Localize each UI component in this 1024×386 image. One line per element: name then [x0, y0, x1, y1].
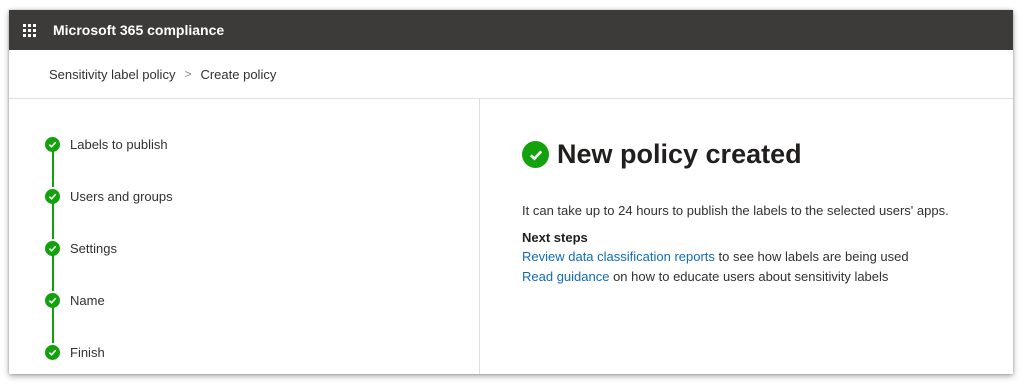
next-step-text: to see how labels are being used	[714, 249, 909, 264]
wizard-steps: Labels to publish Users and groups Setti…	[9, 99, 480, 374]
checkmark-circle-icon	[45, 188, 60, 204]
info-text: It can take up to 24 hours to publish th…	[522, 203, 949, 218]
step-label: Finish	[70, 344, 105, 360]
breadcrumb: Sensitivity label policy > Create policy	[9, 50, 1013, 99]
app-window: Microsoft 365 compliance Sensitivity lab…	[9, 10, 1013, 374]
app-launcher-icon	[22, 23, 36, 37]
next-step-item: Read guidance on how to educate users ab…	[522, 269, 888, 284]
content-area: Labels to publish Users and groups Setti…	[9, 99, 1013, 374]
step-users-and-groups[interactable]: Users and groups	[45, 188, 173, 204]
read-guidance-link[interactable]: Read guidance	[522, 269, 609, 284]
review-reports-link[interactable]: Review data classification reports	[522, 249, 715, 264]
next-steps-title: Next steps	[522, 230, 588, 245]
checkmark-circle-icon	[45, 136, 60, 152]
page-title: New policy created	[557, 139, 802, 169]
next-step-text: on how to educate users about sensitivit…	[609, 269, 889, 284]
breadcrumb-separator: >	[184, 67, 192, 81]
app-title[interactable]: Microsoft 365 compliance	[53, 22, 224, 38]
breadcrumb-item-create-policy: Create policy	[200, 66, 277, 82]
checkmark-circle-icon	[45, 240, 60, 256]
app-launcher-button[interactable]	[9, 10, 49, 50]
success-heading: New policy created	[522, 139, 802, 170]
checkmark-circle-icon	[45, 344, 60, 360]
next-step-item: Review data classification reports to se…	[522, 249, 909, 264]
step-label: Name	[70, 292, 105, 308]
step-name[interactable]: Name	[45, 292, 105, 308]
breadcrumb-item-sensitivity-label-policy[interactable]: Sensitivity label policy	[49, 67, 175, 82]
top-bar: Microsoft 365 compliance	[9, 10, 1013, 50]
step-connector	[52, 203, 54, 239]
main-pane: New policy created It can take up to 24 …	[480, 99, 1013, 374]
step-settings[interactable]: Settings	[45, 240, 117, 256]
step-connector	[52, 151, 54, 187]
step-connector	[52, 307, 54, 343]
step-label: Labels to publish	[70, 136, 168, 152]
step-label: Settings	[70, 240, 117, 256]
step-labels-to-publish[interactable]: Labels to publish	[45, 136, 168, 152]
checkmark-circle-icon	[45, 292, 60, 308]
step-connector	[52, 255, 54, 291]
step-finish[interactable]: Finish	[45, 344, 105, 360]
step-label: Users and groups	[70, 188, 173, 204]
success-checkmark-icon	[522, 141, 549, 168]
